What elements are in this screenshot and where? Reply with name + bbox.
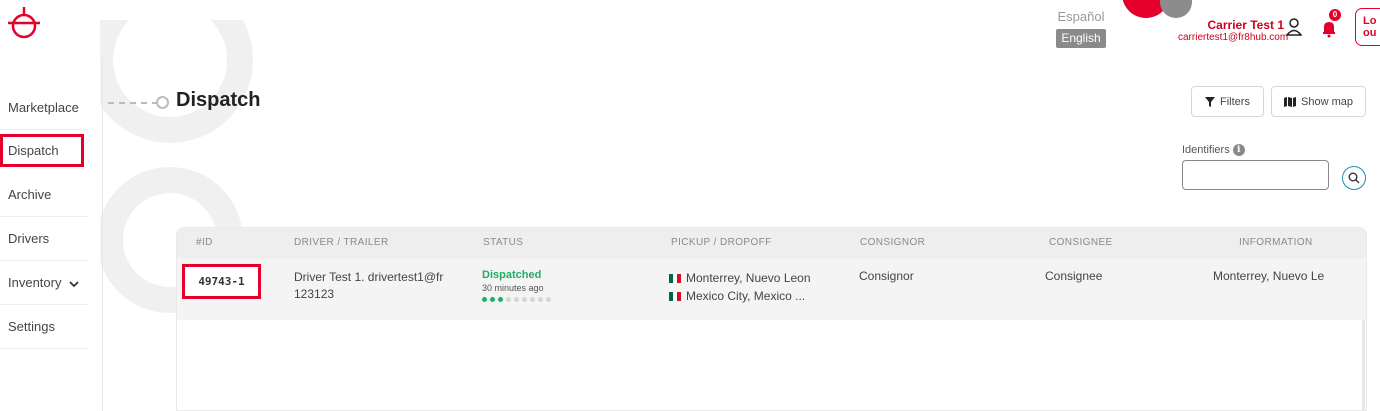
chevron-down-icon xyxy=(69,280,79,287)
sidebar-item-marketplace[interactable]: Marketplace xyxy=(0,86,88,130)
sidebar: Marketplace Dispatch Archive Drivers Inv… xyxy=(0,58,103,411)
column-header-pickup-dropoff[interactable]: PICKUP / DROPOFF xyxy=(671,228,772,258)
sidebar-item-settings[interactable]: Settings xyxy=(0,305,88,349)
logo-icon[interactable] xyxy=(4,6,44,46)
column-header-information[interactable]: INFORMATION xyxy=(1239,228,1313,258)
filters-button[interactable]: Filters xyxy=(1191,86,1264,117)
identifiers-input[interactable] xyxy=(1182,160,1329,190)
status-time: 30 minutes ago xyxy=(482,283,544,293)
avatar[interactable] xyxy=(1160,0,1192,18)
trailer-number: 123123 xyxy=(294,287,335,301)
sidebar-item-label: Drivers xyxy=(8,231,50,246)
language-switcher: Español English xyxy=(1056,8,1106,48)
sidebar-item-label: Marketplace xyxy=(8,100,79,115)
title-decoration-dot xyxy=(156,96,169,109)
status-step-dot xyxy=(546,297,551,302)
table-scrollbar[interactable] xyxy=(1362,320,1365,410)
info-icon[interactable]: i xyxy=(1232,144,1245,156)
search-icon xyxy=(1348,172,1360,184)
sidebar-item-label: Settings xyxy=(8,319,55,334)
sidebar-item-inventory[interactable]: Inventory xyxy=(0,261,88,305)
lang-en-option[interactable]: English xyxy=(1056,29,1106,48)
sidebar-item-dispatch[interactable]: Dispatch xyxy=(0,134,84,167)
show-map-label: Show map xyxy=(1301,95,1353,108)
notification-badge: 0 xyxy=(1329,9,1341,21)
column-header-driver[interactable]: DRIVER / TRAILER xyxy=(294,228,389,258)
status-progress xyxy=(482,297,551,302)
bell-icon[interactable] xyxy=(1320,18,1338,38)
page-title: Dispatch xyxy=(176,89,261,111)
search-button[interactable] xyxy=(1342,166,1366,190)
map-icon xyxy=(1284,96,1296,107)
column-header-id[interactable]: #ID xyxy=(196,228,213,258)
sidebar-item-archive[interactable]: Archive xyxy=(0,173,88,217)
mexico-flag-icon xyxy=(669,274,681,283)
filter-icon xyxy=(1205,96,1216,107)
status-step-dot xyxy=(506,297,511,302)
logout-button[interactable]: Lo ou xyxy=(1355,8,1380,46)
status-badge: Dispatched xyxy=(482,269,542,281)
status-step-dot xyxy=(530,297,535,302)
pickup-location: Monterrey, Nuevo Leon xyxy=(686,271,811,285)
sidebar-item-label: Inventory xyxy=(8,275,62,290)
status-step-dot xyxy=(498,297,503,302)
status-step-dot xyxy=(538,297,543,302)
mexico-flag-icon xyxy=(669,292,681,301)
consignee-cell: Consignee xyxy=(1045,269,1103,283)
sidebar-item-label: Archive xyxy=(8,187,52,202)
user-info: Carrier Test 1 carriertest1@fr8hub.com xyxy=(1178,18,1289,44)
pickup-dropoff-cell: Monterrey, Nuevo Leon Mexico City, Mexic… xyxy=(669,269,829,305)
status-step-dot xyxy=(490,297,495,302)
consignor-cell: Consignor xyxy=(859,269,914,283)
column-header-consignee[interactable]: CONSIGNEE xyxy=(1049,228,1113,258)
user-email: carriertest1@fr8hub.com xyxy=(1178,32,1289,43)
table-row[interactable]: 49743-1 Driver Test 1. drivertest1@fr 12… xyxy=(177,258,1366,320)
column-header-consignor[interactable]: CONSIGNOR xyxy=(860,228,925,258)
table-header: #ID DRIVER / TRAILER STATUS PICKUP / DRO… xyxy=(177,228,1366,258)
user-icon[interactable] xyxy=(1286,18,1302,36)
information-cell: Monterrey, Nuevo Le xyxy=(1213,269,1325,283)
lang-es-option[interactable]: Español xyxy=(1056,8,1106,26)
driver-name: Driver Test 1. drivertest1@fr xyxy=(294,270,444,284)
sidebar-item-drivers[interactable]: Drivers xyxy=(0,217,88,261)
column-header-status[interactable]: STATUS xyxy=(483,228,523,258)
status-step-dot xyxy=(522,297,527,302)
status-cell: Dispatched 30 minutes ago xyxy=(482,269,551,302)
dispatch-table: #ID DRIVER / TRAILER STATUS PICKUP / DRO… xyxy=(176,227,1367,411)
status-step-dot xyxy=(514,297,519,302)
title-decoration-line xyxy=(108,102,158,104)
filters-label: Filters xyxy=(1220,95,1250,108)
driver-trailer-cell: Driver Test 1. drivertest1@fr 123123 xyxy=(294,269,444,303)
status-step-dot xyxy=(482,297,487,302)
sidebar-item-label: Dispatch xyxy=(8,143,59,158)
user-name: Carrier Test 1 xyxy=(1207,18,1284,32)
identifiers-label: Identifiers i xyxy=(1182,144,1245,156)
row-id-link[interactable]: 49743-1 xyxy=(182,264,261,299)
show-map-button[interactable]: Show map xyxy=(1271,86,1366,117)
dropoff-location: Mexico City, Mexico ... xyxy=(686,289,806,303)
identifiers-label-text: Identifiers xyxy=(1182,144,1230,156)
